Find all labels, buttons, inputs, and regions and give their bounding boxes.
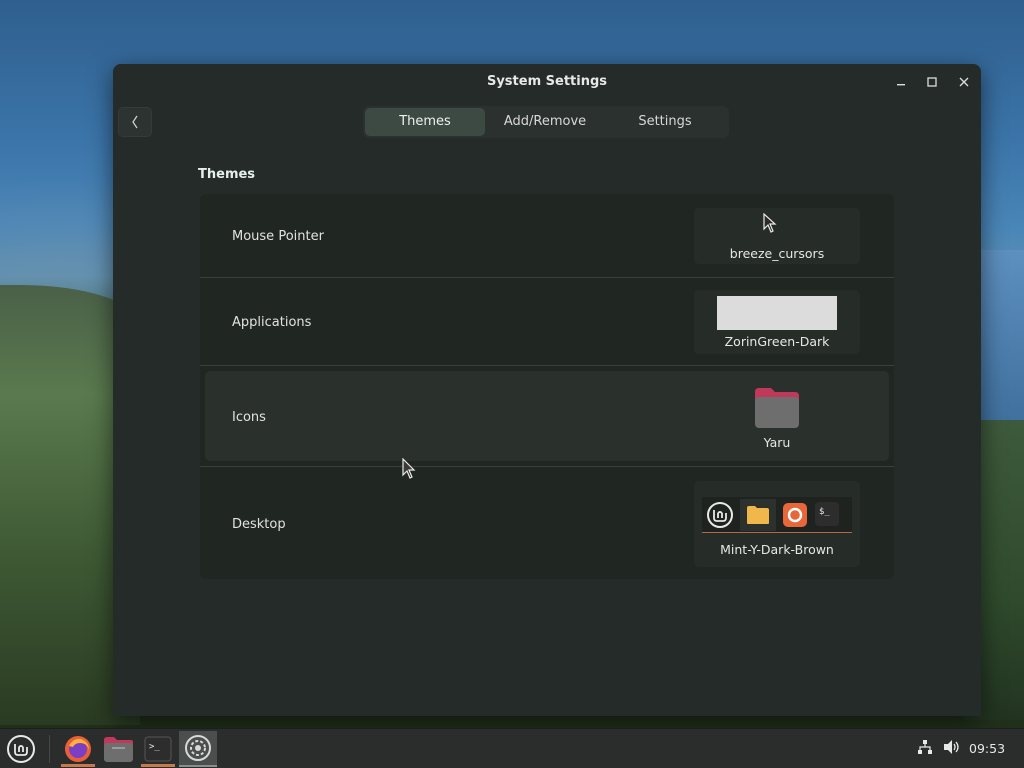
cursor-preview-icon [763,213,777,233]
applications-theme-preview [717,296,837,330]
tab-add-remove[interactable]: Add/Remove [485,108,605,136]
window-title: System Settings [486,74,608,89]
folder-icon [755,388,799,428]
svg-text:>_: >_ [149,742,160,752]
mouse-cursor [402,458,416,479]
network-icon[interactable] [917,739,933,755]
mint-menu-icon [707,502,733,528]
chevron-left-icon [132,115,138,129]
menu-icon [7,735,35,763]
maximize-button[interactable] [922,72,942,92]
icons-value: Yaru [763,435,791,450]
firefox-preview-icon [783,503,807,527]
applications-value: ZorinGreen-Dark [724,334,830,349]
clock[interactable]: 09:53 [969,741,1005,756]
terminal-icon: >_ [144,736,172,762]
row-applications: Applications ZorinGreen-Dark [200,278,894,366]
terminal-preview-icon: $_ [815,502,839,526]
mouse-pointer-chooser[interactable]: breeze_cursors [694,208,860,264]
minimize-button[interactable] [891,72,911,92]
tab-themes[interactable]: Themes [365,108,485,136]
section-heading: Themes [198,167,256,182]
desktop-theme-preview: $_ [702,497,852,533]
firefox-icon [65,736,91,762]
taskbar-menu-button[interactable] [2,731,40,767]
mouse-pointer-label: Mouse Pointer [232,229,324,244]
taskbar-terminal[interactable]: >_ [139,731,177,767]
close-icon [959,77,969,87]
icons-chooser[interactable]: Yaru [694,378,860,454]
taskbar-system-settings[interactable] [179,731,217,767]
folder-preview-icon [747,506,769,524]
applications-label: Applications [232,315,312,330]
maximize-icon [927,77,937,87]
files-icon [104,737,133,762]
close-button[interactable] [954,72,974,92]
desktop-chooser[interactable]: $_ Mint-Y-Dark-Brown [694,481,860,567]
mouse-pointer-value: breeze_cursors [729,246,825,261]
taskbar-separator [49,735,50,763]
system-settings-window: System Settings Themes Add/Remove Settin… [113,64,981,716]
row-desktop: Desktop $_ Mint-Y-Dark-Brown [200,467,894,579]
back-button[interactable] [118,107,152,137]
desktop-value: Mint-Y-Dark-Brown [720,542,834,557]
minimize-icon [897,84,905,86]
icons-label: Icons [232,410,266,425]
settings-icon [185,735,211,761]
applications-chooser[interactable]: ZorinGreen-Dark [694,290,860,354]
svg-text:$_: $_ [819,507,830,517]
window-titlebar[interactable]: System Settings [113,64,981,100]
volume-icon[interactable] [943,739,961,755]
themes-list: Mouse Pointer breeze_cursors Application… [200,194,894,579]
row-icons: Icons Yaru [200,366,894,467]
row-mouse-pointer: Mouse Pointer breeze_cursors [200,194,894,278]
taskbar-files[interactable] [99,731,137,767]
taskbar: >_ 09:53 [0,728,1024,768]
taskbar-firefox[interactable] [59,731,97,767]
tab-bar: Themes Add/Remove Settings [363,106,729,138]
desktop-label: Desktop [232,517,286,532]
tab-settings[interactable]: Settings [605,108,725,136]
